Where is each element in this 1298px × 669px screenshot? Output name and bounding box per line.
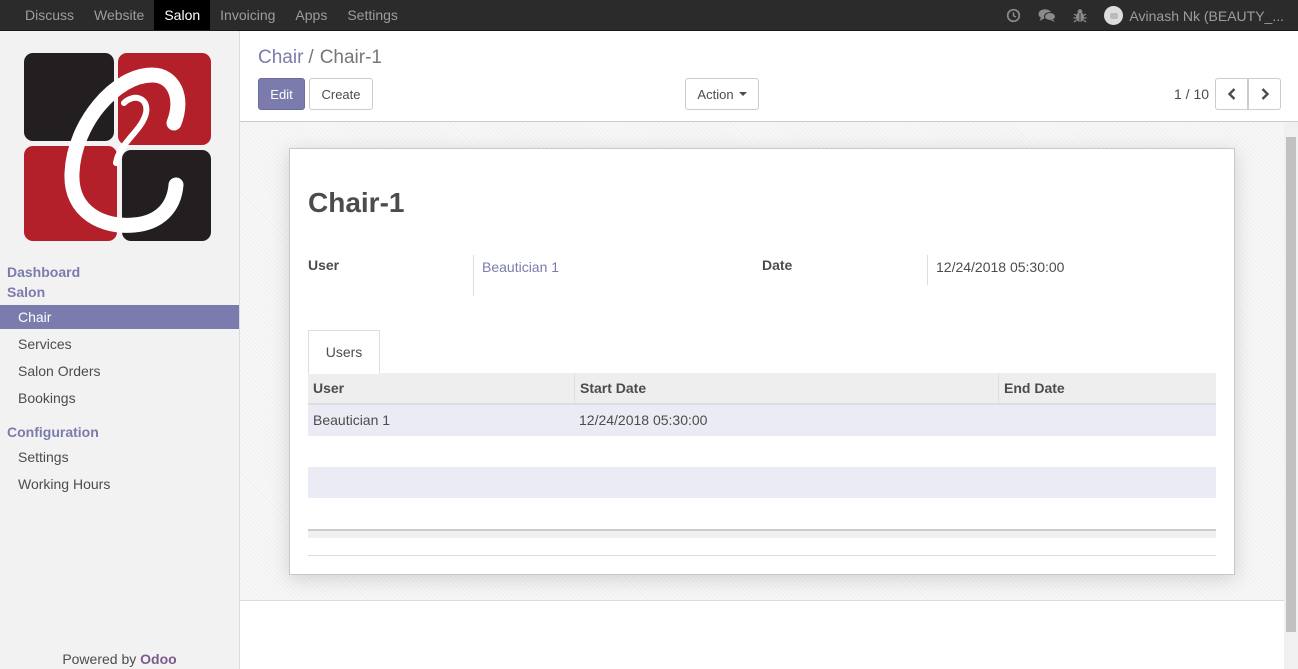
caret-down-icon [738, 92, 747, 96]
cell-user: Beautician 1 [313, 412, 391, 428]
menu-discuss[interactable]: Discuss [15, 0, 84, 30]
column-header-user[interactable]: User [308, 373, 574, 403]
table-row-empty [308, 467, 1216, 498]
sidebar: Dashboard Salon Chair Services Salon Ord… [0, 31, 240, 669]
top-navbar: Discuss Website Salon Invoicing Apps Set… [0, 0, 1298, 31]
table-row-empty [308, 498, 1216, 529]
form-sheet: Chair-1 User Beautician 1 Date 12/24/201… [289, 148, 1235, 575]
menu-salon[interactable]: Salon [154, 0, 211, 30]
section-dashboard[interactable]: Dashboard [7, 264, 80, 280]
odoo-link[interactable]: Odoo [140, 651, 177, 667]
field-divider [927, 255, 928, 285]
menu-settings[interactable]: Settings [337, 0, 408, 30]
avatar [1104, 6, 1124, 25]
create-button[interactable]: Create [309, 78, 373, 110]
action-label: Action [697, 86, 734, 102]
column-header-end-date[interactable]: End Date [998, 373, 1216, 403]
date-field-label: Date [762, 257, 793, 273]
cell-end-date [998, 405, 1216, 436]
form-view: Chair-1 User Beautician 1 Date 12/24/201… [240, 122, 1298, 669]
company-logo [24, 53, 212, 242]
section-configuration: Configuration [7, 424, 99, 440]
pager-previous-button[interactable] [1215, 78, 1248, 110]
bug-icon[interactable] [1063, 1, 1096, 31]
breadcrumb-separator: / [308, 47, 314, 68]
user-menu[interactable]: Avinash Nk (BEAUTY_... [1096, 1, 1298, 31]
breadcrumb-current: Chair-1 [319, 47, 382, 68]
breadcrumb-parent[interactable]: Chair [258, 47, 303, 68]
table-row[interactable]: Beautician 1 12/24/2018 05:30:00 [308, 405, 1216, 436]
menu-apps[interactable]: Apps [285, 0, 337, 30]
user-field-value[interactable]: Beautician 1 [482, 259, 559, 275]
scrollbar[interactable] [1284, 122, 1298, 669]
sidebar-item-services[interactable]: Services [0, 332, 239, 356]
user-field-label: User [308, 257, 340, 273]
table-footer [308, 529, 1216, 538]
breadcrumb: Chair / Chair-1 [258, 47, 382, 69]
menu-website[interactable]: Website [84, 0, 154, 30]
sidebar-item-salon-orders[interactable]: Salon Orders [0, 359, 239, 383]
date-field-value: 12/24/2018 05:30:00 [936, 259, 1065, 275]
user-name: Avinash Nk (BEAUTY_... [1129, 7, 1284, 24]
scrollbar-thumb[interactable] [1286, 137, 1296, 632]
sidebar-item-bookings[interactable]: Bookings [0, 386, 239, 410]
menu-invoicing[interactable]: Invoicing [210, 0, 285, 30]
cell-start-date: 12/24/2018 05:30:00 [579, 412, 708, 428]
pager-value[interactable]: 1 / 10 [1174, 86, 1209, 102]
edit-button[interactable]: Edit [258, 78, 305, 110]
chat-icon[interactable] [1030, 1, 1063, 31]
column-header-start-date[interactable]: Start Date [574, 373, 998, 403]
field-divider [473, 255, 474, 296]
table-header: User Start Date End Date [308, 373, 1216, 405]
clock-icon[interactable] [997, 1, 1030, 31]
chevron-right-icon [1261, 88, 1269, 100]
table-footer-line [308, 555, 1216, 556]
powered-by: Powered by Odoo [62, 651, 177, 667]
control-panel: Chair / Chair-1 Edit Create Action 1 / 10 [240, 31, 1298, 122]
record-title: Chair-1 [308, 187, 405, 218]
sidebar-item-chair[interactable]: Chair [0, 305, 239, 329]
table-row-empty [308, 436, 1216, 467]
sidebar-item-settings[interactable]: Settings [0, 445, 239, 469]
action-dropdown[interactable]: Action [685, 78, 759, 110]
chevron-left-icon [1227, 88, 1235, 100]
pager-next-button[interactable] [1248, 78, 1281, 110]
sidebar-item-working-hours[interactable]: Working Hours [0, 472, 239, 496]
systray: Avinash Nk (BEAUTY_... [997, 0, 1298, 31]
tab-users[interactable]: Users [308, 330, 380, 374]
section-salon: Salon [7, 284, 46, 300]
app-menu: Discuss Website Salon Invoicing Apps Set… [15, 0, 408, 31]
